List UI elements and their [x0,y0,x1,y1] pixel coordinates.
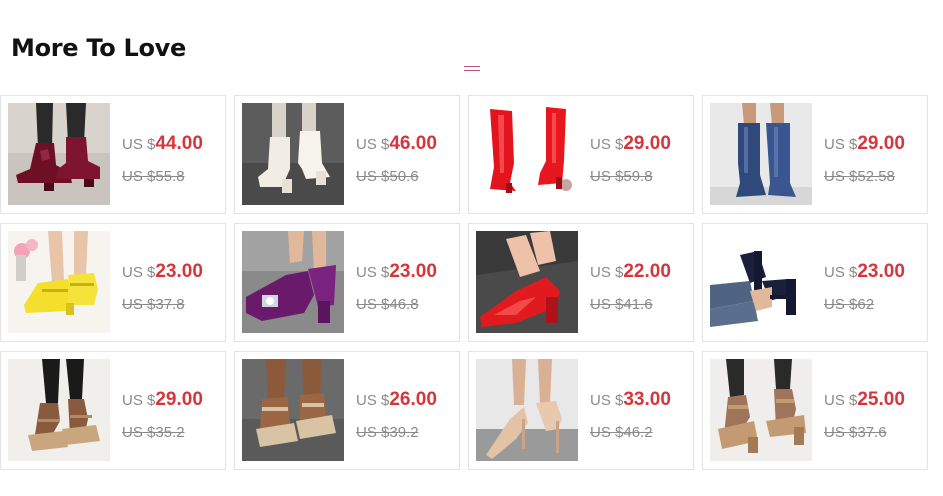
original-price: US $37.6 [824,424,887,441]
red-knee-boot-image [476,103,578,205]
currency-label: US $ [122,136,156,153]
price-amount: 23.00 [857,261,905,282]
product-image[interactable] [8,103,110,205]
sale-price: US $29.00 [122,389,203,411]
currency-label: US $ [590,264,624,281]
product-card[interactable]: US $29.00 US $52.58 [702,95,928,214]
currency-label: US $ [824,136,858,153]
product-card[interactable]: US $26.00 US $39.2 [234,351,460,470]
tan-wedge-sandal-image [8,359,110,461]
currency-label: US $ [122,392,156,409]
product-image[interactable] [242,359,344,461]
product-card[interactable]: US $23.00 US $37.8 [0,223,226,342]
product-image[interactable] [476,103,578,205]
price-amount: 22.00 [623,261,671,282]
product-card[interactable]: US $44.00 US $55.8 [0,95,226,214]
sale-price: US $44.00 [122,133,203,155]
price-amount: 33.00 [623,389,671,410]
product-image[interactable] [8,359,110,461]
beige-platform-sandal-image [242,359,344,461]
product-image[interactable] [8,231,110,333]
currency-label: US $ [590,136,624,153]
original-price: US $62 [824,296,875,313]
currency-label: US $ [356,264,390,281]
product-grid: US $44.00 US $55.8 US $46.00 US $50.6 US… [0,95,928,470]
original-price: US $46.2 [590,424,653,441]
red-patent-pump-image [476,231,578,333]
sale-price: US $22.00 [590,261,671,283]
section-divider-icon [464,66,480,72]
navy-platform-heel-image [710,231,812,333]
sale-price: US $23.00 [824,261,905,283]
currency-label: US $ [590,392,624,409]
currency-label: US $ [824,392,858,409]
sale-price: US $29.00 [590,133,671,155]
product-image[interactable] [710,231,812,333]
product-image[interactable] [710,103,812,205]
sale-price: US $25.00 [824,389,905,411]
price-amount: 23.00 [389,261,437,282]
purple-velvet-pump-image [242,231,344,333]
product-card[interactable]: US $23.00 US $62 [702,223,928,342]
price-amount: 29.00 [857,133,905,154]
original-price: US $52.58 [824,168,895,185]
blue-knee-boot-image [710,103,812,205]
original-price: US $59.8 [590,168,653,185]
currency-label: US $ [824,264,858,281]
price-amount: 29.00 [155,389,203,410]
original-price: US $35.2 [122,424,185,441]
product-image[interactable] [242,231,344,333]
original-price: US $55.8 [122,168,185,185]
product-card[interactable]: US $29.00 US $35.2 [0,351,226,470]
sale-price: US $29.00 [824,133,905,155]
price-amount: 26.00 [389,389,437,410]
product-card[interactable]: US $23.00 US $46.8 [234,223,460,342]
sale-price: US $26.00 [356,389,437,411]
sale-price: US $46.00 [356,133,437,155]
sale-price: US $23.00 [122,261,203,283]
currency-label: US $ [122,264,156,281]
price-amount: 25.00 [857,389,905,410]
price-amount: 46.00 [389,133,437,154]
white-ankle-boot-image [242,103,344,205]
product-card[interactable]: US $33.00 US $46.2 [468,351,694,470]
price-amount: 29.00 [623,133,671,154]
product-card[interactable]: US $25.00 US $37.6 [702,351,928,470]
price-amount: 44.00 [155,133,203,154]
original-price: US $37.8 [122,296,185,313]
product-card[interactable]: US $46.00 US $50.6 [234,95,460,214]
original-price: US $50.6 [356,168,419,185]
original-price: US $39.2 [356,424,419,441]
nude-slingback-image [476,359,578,461]
product-card[interactable]: US $22.00 US $41.6 [468,223,694,342]
section-title: More To Love [11,34,186,62]
original-price: US $46.8 [356,296,419,313]
product-image[interactable] [242,103,344,205]
price-amount: 23.00 [155,261,203,282]
yellow-mary-jane-image [8,231,110,333]
burgundy-ankle-boot-image [8,103,110,205]
currency-label: US $ [356,392,390,409]
product-image[interactable] [710,359,812,461]
product-image[interactable] [476,359,578,461]
tan-block-sandal-image [710,359,812,461]
sale-price: US $23.00 [356,261,437,283]
product-image[interactable] [476,231,578,333]
product-card[interactable]: US $29.00 US $59.8 [468,95,694,214]
currency-label: US $ [356,136,390,153]
original-price: US $41.6 [590,296,653,313]
sale-price: US $33.00 [590,389,671,411]
